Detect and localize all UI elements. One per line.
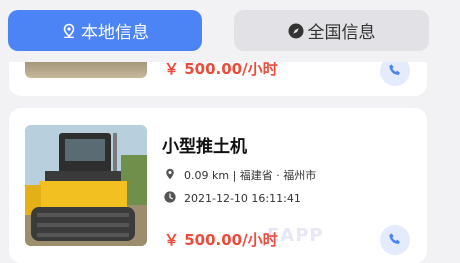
- listing-card[interactable]: ￥ 500.00/小时: [9, 62, 427, 96]
- location-text: 0.09 km | 福建省 · 福州市: [184, 169, 317, 182]
- location-pin-icon: [61, 23, 77, 39]
- tab-local-info[interactable]: 本地信息: [8, 10, 202, 51]
- listing-card[interactable]: 小型推土机 0.09 km | 福建省 · 福州市 2021-12-10 16:…: [9, 108, 427, 263]
- clock-icon: [164, 191, 176, 206]
- phone-icon: [388, 231, 402, 250]
- compass-icon: [288, 23, 304, 39]
- listing-photo: [25, 62, 147, 78]
- location-pin-icon: [164, 168, 176, 183]
- watermark-text: EAPP: [267, 225, 324, 246]
- listing-price: ￥ 500.00/小时: [164, 62, 278, 78]
- time-text: 2021-12-10 16:11:41: [184, 192, 301, 205]
- listing-price: ￥ 500.00/小时: [164, 231, 278, 249]
- phone-icon: [388, 62, 402, 81]
- tab-national-label: 全国信息: [307, 23, 376, 43]
- listing-photo: [25, 125, 147, 246]
- call-button[interactable]: [380, 62, 410, 86]
- listing-title: 小型推土机: [162, 137, 247, 157]
- call-button[interactable]: [380, 225, 410, 255]
- listing-location: 0.09 km | 福建省 · 福州市: [164, 167, 316, 183]
- listing-time: 2021-12-10 16:11:41: [164, 191, 301, 206]
- tab-national-info[interactable]: 全国信息: [234, 10, 429, 51]
- tab-local-label: 本地信息: [81, 23, 149, 43]
